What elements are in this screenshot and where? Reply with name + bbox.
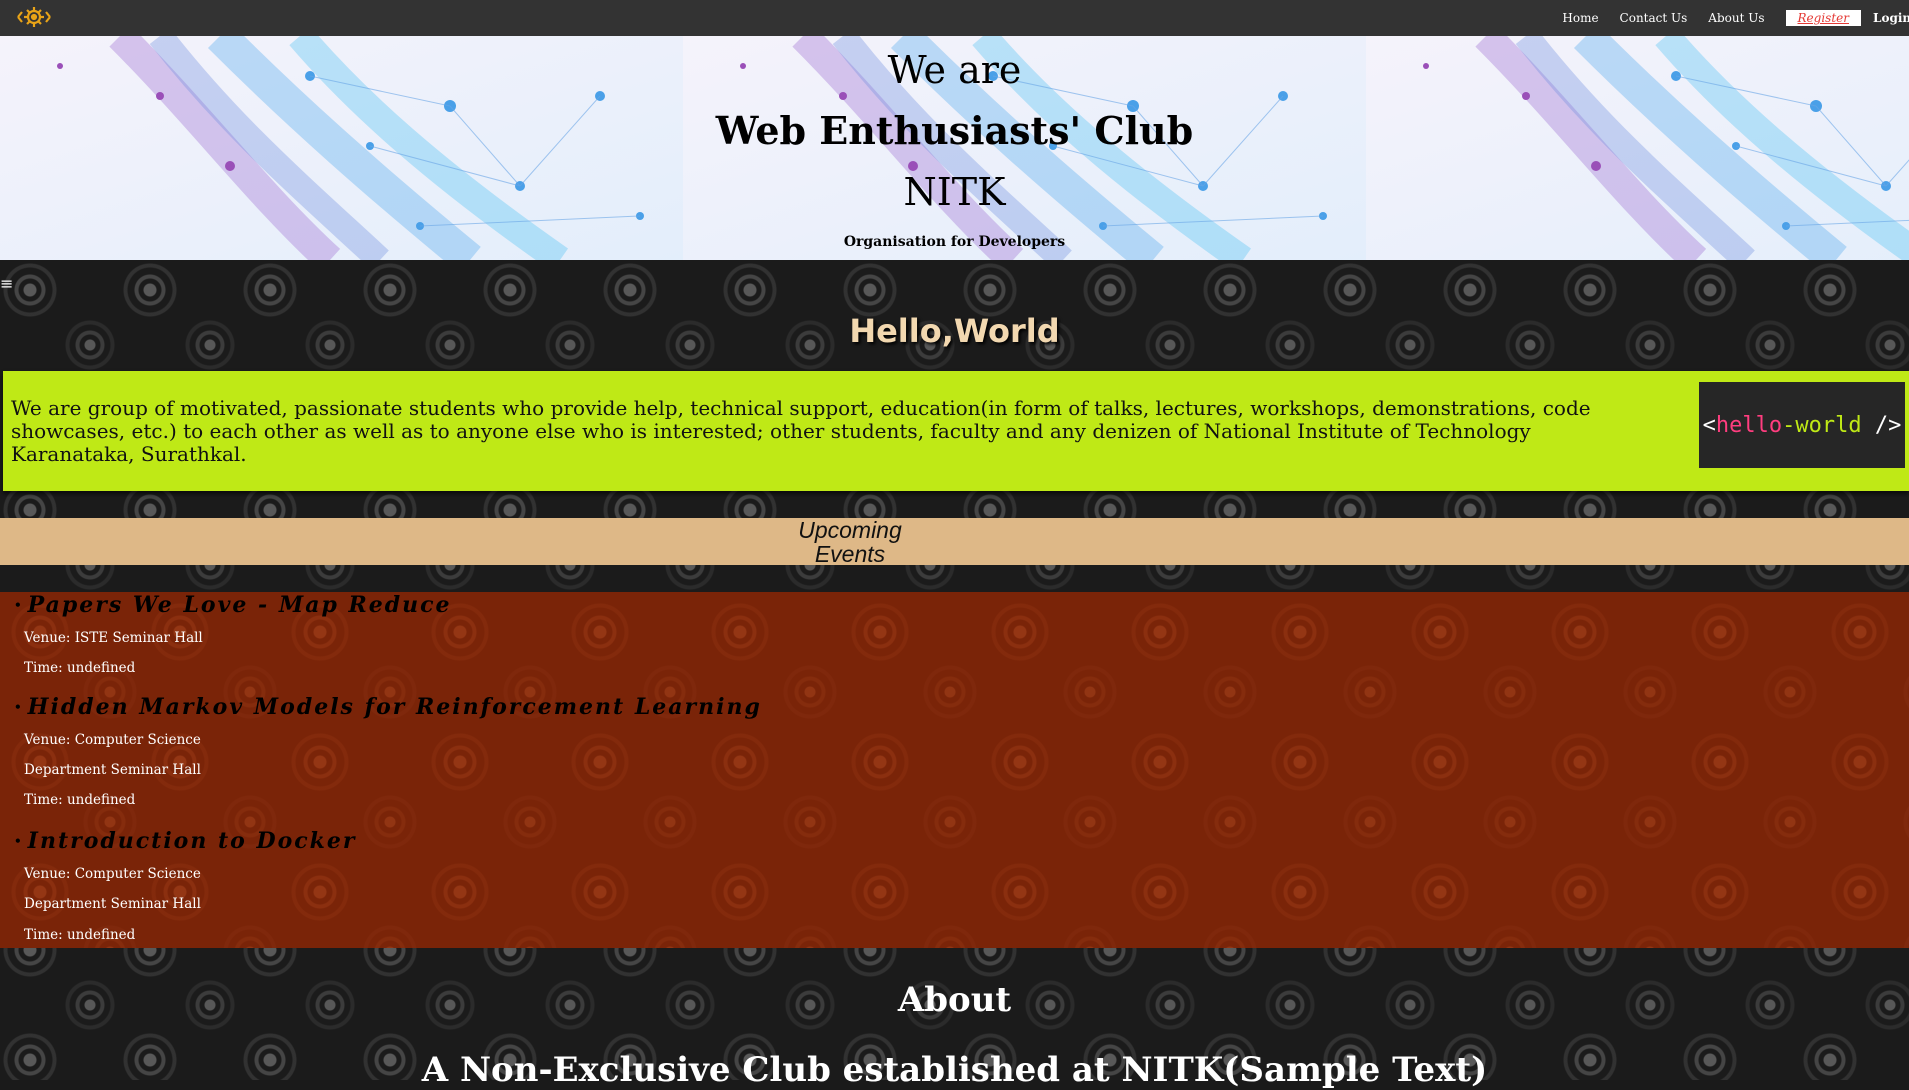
about-subheading: A Non-Exclusive Club established at NITK… — [421, 1050, 1488, 1090]
hamburger-menu-icon[interactable]: ≡ — [0, 276, 13, 292]
nav-about-link[interactable]: About Us — [1708, 11, 1764, 25]
nav-contact-link[interactable]: Contact Us — [1620, 11, 1688, 25]
event-time: Time: undefined — [24, 660, 136, 676]
nav-home-link[interactable]: Home — [1562, 11, 1598, 25]
intro-text: We are group of motivated, passionate st… — [11, 396, 1591, 466]
code-hello: hello — [1715, 412, 1783, 438]
hero-tagline: Organisation for Developers — [843, 234, 1066, 250]
event-time: Time: undefined — [24, 927, 136, 943]
upcoming-events-banner: Upcoming Events — [0, 517, 1909, 567]
login-link[interactable]: Login — [1873, 11, 1909, 25]
hero-line-we-are: We are — [887, 48, 1022, 92]
gear-logo-icon[interactable] — [12, 4, 56, 30]
intro-panel: We are group of motivated, passionate st… — [3, 371, 1909, 491]
event-time: Time: undefined — [24, 792, 136, 808]
register-button[interactable]: Register — [1785, 10, 1861, 26]
event-venue: Venue: Computer Science — [24, 866, 201, 882]
hero-club-name: Web Enthusiasts' Club — [715, 108, 1194, 153]
event-venue: Venue: ISTE Seminar Hall — [24, 630, 203, 646]
code-close-bracket: /> — [1861, 412, 1902, 438]
code-open-bracket: < — [1702, 412, 1716, 438]
code-snippet-box: < hello - world /> — [1699, 382, 1905, 468]
event-title[interactable]: Introduction to Docker — [14, 828, 356, 854]
event-title[interactable]: Hidden Markov Models for Reinforcement L… — [14, 694, 762, 720]
about-heading: About — [897, 980, 1012, 1020]
code-dash: - — [1782, 412, 1796, 438]
hello-world-heading: Hello,World — [849, 312, 1060, 350]
hero-line-nitk: NITK — [903, 170, 1006, 214]
event-venue: Venue: Computer Science — [24, 732, 201, 748]
nav-links: Home Contact Us About Us Register Login — [1562, 0, 1909, 36]
events-panel: Papers We Love - Map Reduce Venue: ISTE … — [0, 592, 1909, 948]
event-title[interactable]: Papers We Love - Map Reduce — [14, 592, 452, 618]
event-venue: Department Seminar Hall — [24, 896, 201, 912]
code-world: world — [1795, 412, 1862, 438]
event-venue: Department Seminar Hall — [24, 762, 201, 778]
top-navbar: Home Contact Us About Us Register Login — [0, 0, 1909, 36]
upcoming-events-title: Upcoming Events — [798, 517, 902, 567]
hero-banner: We are Web Enthusiasts' Club NITK Organi… — [0, 36, 1909, 260]
